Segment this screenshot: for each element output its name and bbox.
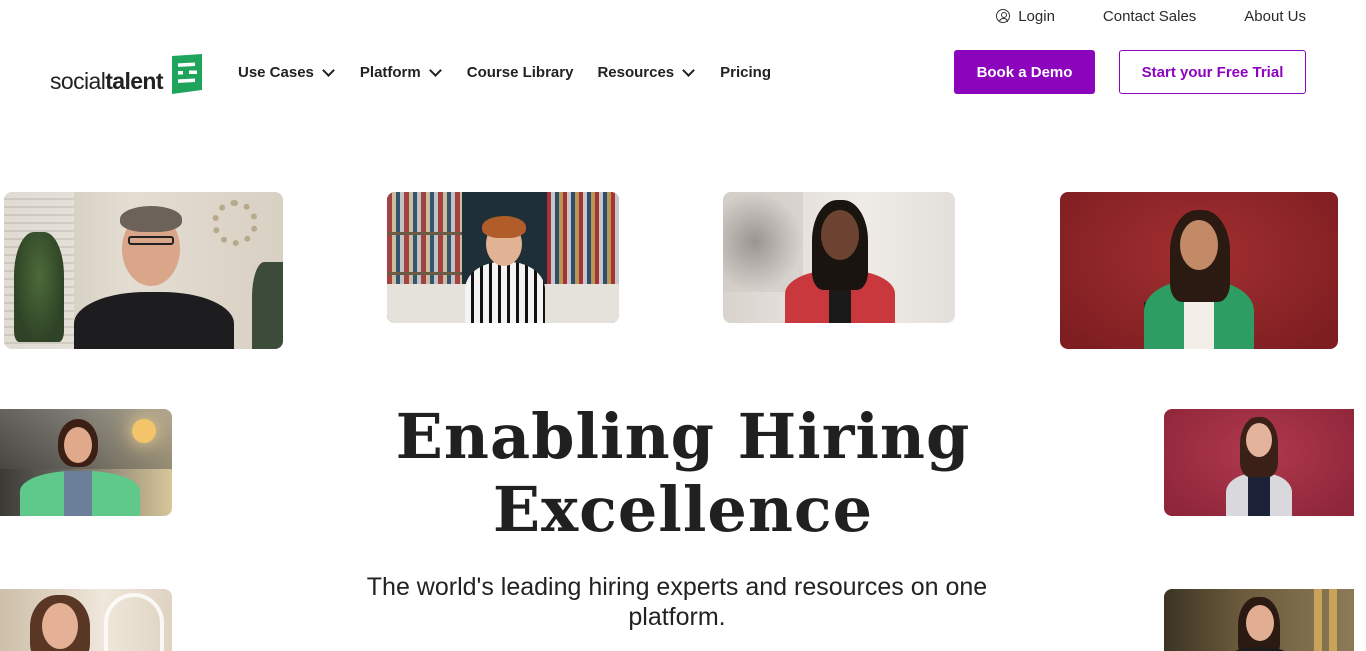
expert-video-thumbnail[interactable] — [1164, 409, 1354, 516]
expert-video-thumbnail[interactable] — [4, 192, 283, 349]
hero-title-line2: Excellence — [492, 473, 874, 546]
nav-use-cases-label: Use Cases — [238, 63, 314, 81]
about-us-link[interactable]: About Us — [1244, 6, 1306, 26]
hero-title-line1: Enabling Hiring — [395, 400, 971, 473]
nav-platform[interactable]: Platform — [360, 62, 443, 82]
nav-course-library[interactable]: Course Library — [467, 62, 574, 82]
expert-video-thumbnail[interactable] — [1060, 192, 1338, 349]
social-talent-logo[interactable]: socialtalent — [50, 52, 204, 94]
chevron-down-icon — [320, 64, 336, 80]
free-trial-button[interactable]: Start your Free Trial — [1119, 50, 1306, 94]
contact-sales-link[interactable]: Contact Sales — [1103, 6, 1196, 26]
expert-video-thumbnail[interactable] — [387, 192, 619, 323]
nav-platform-label: Platform — [359, 63, 421, 81]
social-talent-logo-mark — [169, 54, 204, 94]
hero-title: Enabling Hiring Excellence — [300, 400, 1066, 546]
main-nav: Use Cases Platform Course Library Resour… — [238, 62, 771, 82]
utility-nav: Login Contact Sales About Us — [996, 6, 1306, 26]
nav-resources-label: Resources — [597, 63, 675, 81]
login-link[interactable]: Login — [996, 6, 1055, 26]
nav-resources[interactable]: Resources — [597, 62, 696, 82]
chevron-down-icon — [680, 64, 696, 80]
expert-video-thumbnail[interactable] — [0, 589, 172, 651]
book-demo-button[interactable]: Book a Demo — [954, 50, 1095, 94]
expert-video-thumbnail[interactable] — [723, 192, 955, 323]
logo-wordmark: socialtalent — [50, 68, 164, 94]
nav-pricing-label: Pricing — [720, 63, 772, 81]
chevron-down-icon — [427, 64, 443, 80]
user-circle-icon — [996, 9, 1011, 23]
hero-subtitle: The world's leading hiring experts and r… — [366, 573, 988, 631]
nav-course-library-label: Course Library — [466, 63, 574, 81]
expert-video-thumbnail[interactable] — [1164, 589, 1354, 651]
login-label: Login — [1018, 7, 1055, 25]
nav-pricing[interactable]: Pricing — [720, 62, 771, 82]
expert-video-thumbnail[interactable] — [0, 409, 172, 516]
nav-use-cases[interactable]: Use Cases — [238, 62, 336, 82]
